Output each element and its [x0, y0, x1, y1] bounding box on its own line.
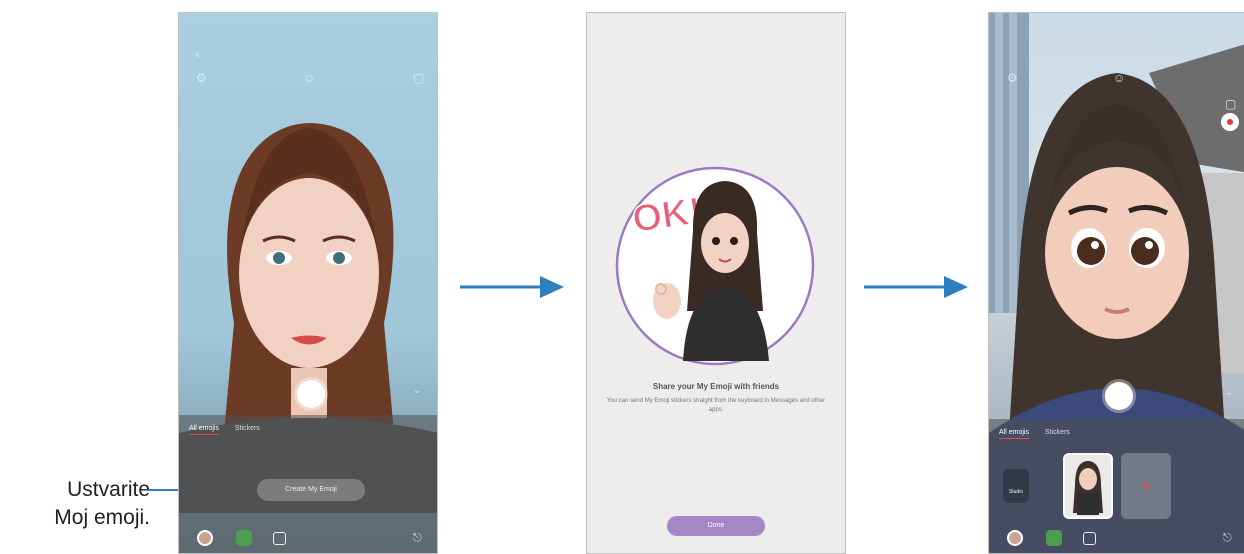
caption-line-2: Moj emoji.: [54, 506, 150, 529]
phone-screen-emoji-camera: ⚙ ☺ ▢ ⌄ All emojis Stickers Studio + ⎋: [988, 12, 1244, 554]
gallery-icon[interactable]: [1083, 532, 1096, 545]
share-icon[interactable]: ⎋: [413, 532, 422, 545]
tab-stickers[interactable]: Stickers: [235, 425, 260, 432]
phone-screen-create: ‹ ⚙ ☺ ▢ ⌄ All emojis Stickers Create My …: [178, 12, 438, 554]
create-my-emoji-button[interactable]: Create My Emoji: [257, 479, 365, 501]
my-emoji-avatar-icon[interactable]: [197, 530, 213, 546]
chevron-down-icon[interactable]: ⌄: [1225, 387, 1233, 398]
flow-arrow-2: [864, 276, 968, 298]
flow-arrow-1: [460, 276, 564, 298]
shutter-button[interactable]: [1105, 382, 1133, 410]
gear-icon[interactable]: ⚙: [1007, 71, 1018, 85]
bottom-bar: ⎋: [989, 523, 1244, 553]
sticker-icon[interactable]: [236, 530, 252, 546]
chevron-down-icon[interactable]: ⌄: [413, 385, 421, 396]
phone-screen-share: OK! Share your My Emoji with friends You…: [586, 12, 846, 554]
my-emoji-avatar-icon[interactable]: [1007, 530, 1023, 546]
bottom-bar: ⎋: [179, 523, 437, 553]
share-title: Share your My Emoji with friends: [652, 382, 780, 391]
record-button[interactable]: [1221, 113, 1239, 131]
shutter-button[interactable]: [297, 380, 325, 408]
caption: Ustvarite Moj emoji.: [0, 476, 150, 532]
effects-icon[interactable]: ☺: [1113, 71, 1125, 85]
emoji-tabs: All emojis Stickers: [999, 429, 1084, 439]
my-emoji-thumbnail-image: [1073, 461, 1103, 515]
emoji-tabs: All emojis Stickers: [189, 425, 274, 435]
studio-label: Studio: [1008, 489, 1024, 495]
effects-icon[interactable]: ☺: [303, 71, 315, 85]
gallery-icon[interactable]: [273, 532, 286, 545]
studio-button[interactable]: Studio: [1003, 469, 1029, 503]
caption-line-1: Ustvarite: [67, 478, 150, 501]
tab-stickers[interactable]: Stickers: [1045, 429, 1070, 436]
aspect-ratio-icon[interactable]: ▢: [1225, 97, 1236, 111]
share-icon[interactable]: ⎋: [1223, 532, 1232, 545]
share-description: You can send My Emoji stickers straight …: [606, 398, 826, 413]
sticker-icon[interactable]: [1046, 530, 1062, 546]
sticker-preview: OK!: [615, 166, 815, 366]
my-emoji-thumbnail[interactable]: [1063, 453, 1113, 519]
tab-all-emojis[interactable]: All emojis: [999, 429, 1029, 439]
add-emoji-button[interactable]: +: [1121, 453, 1171, 519]
aspect-ratio-icon[interactable]: ▢: [413, 71, 424, 85]
back-arrow-icon[interactable]: ‹: [195, 45, 200, 61]
tab-all-emojis[interactable]: All emojis: [189, 425, 219, 435]
done-button[interactable]: Done: [667, 516, 765, 536]
gear-icon[interactable]: ⚙: [196, 71, 207, 85]
